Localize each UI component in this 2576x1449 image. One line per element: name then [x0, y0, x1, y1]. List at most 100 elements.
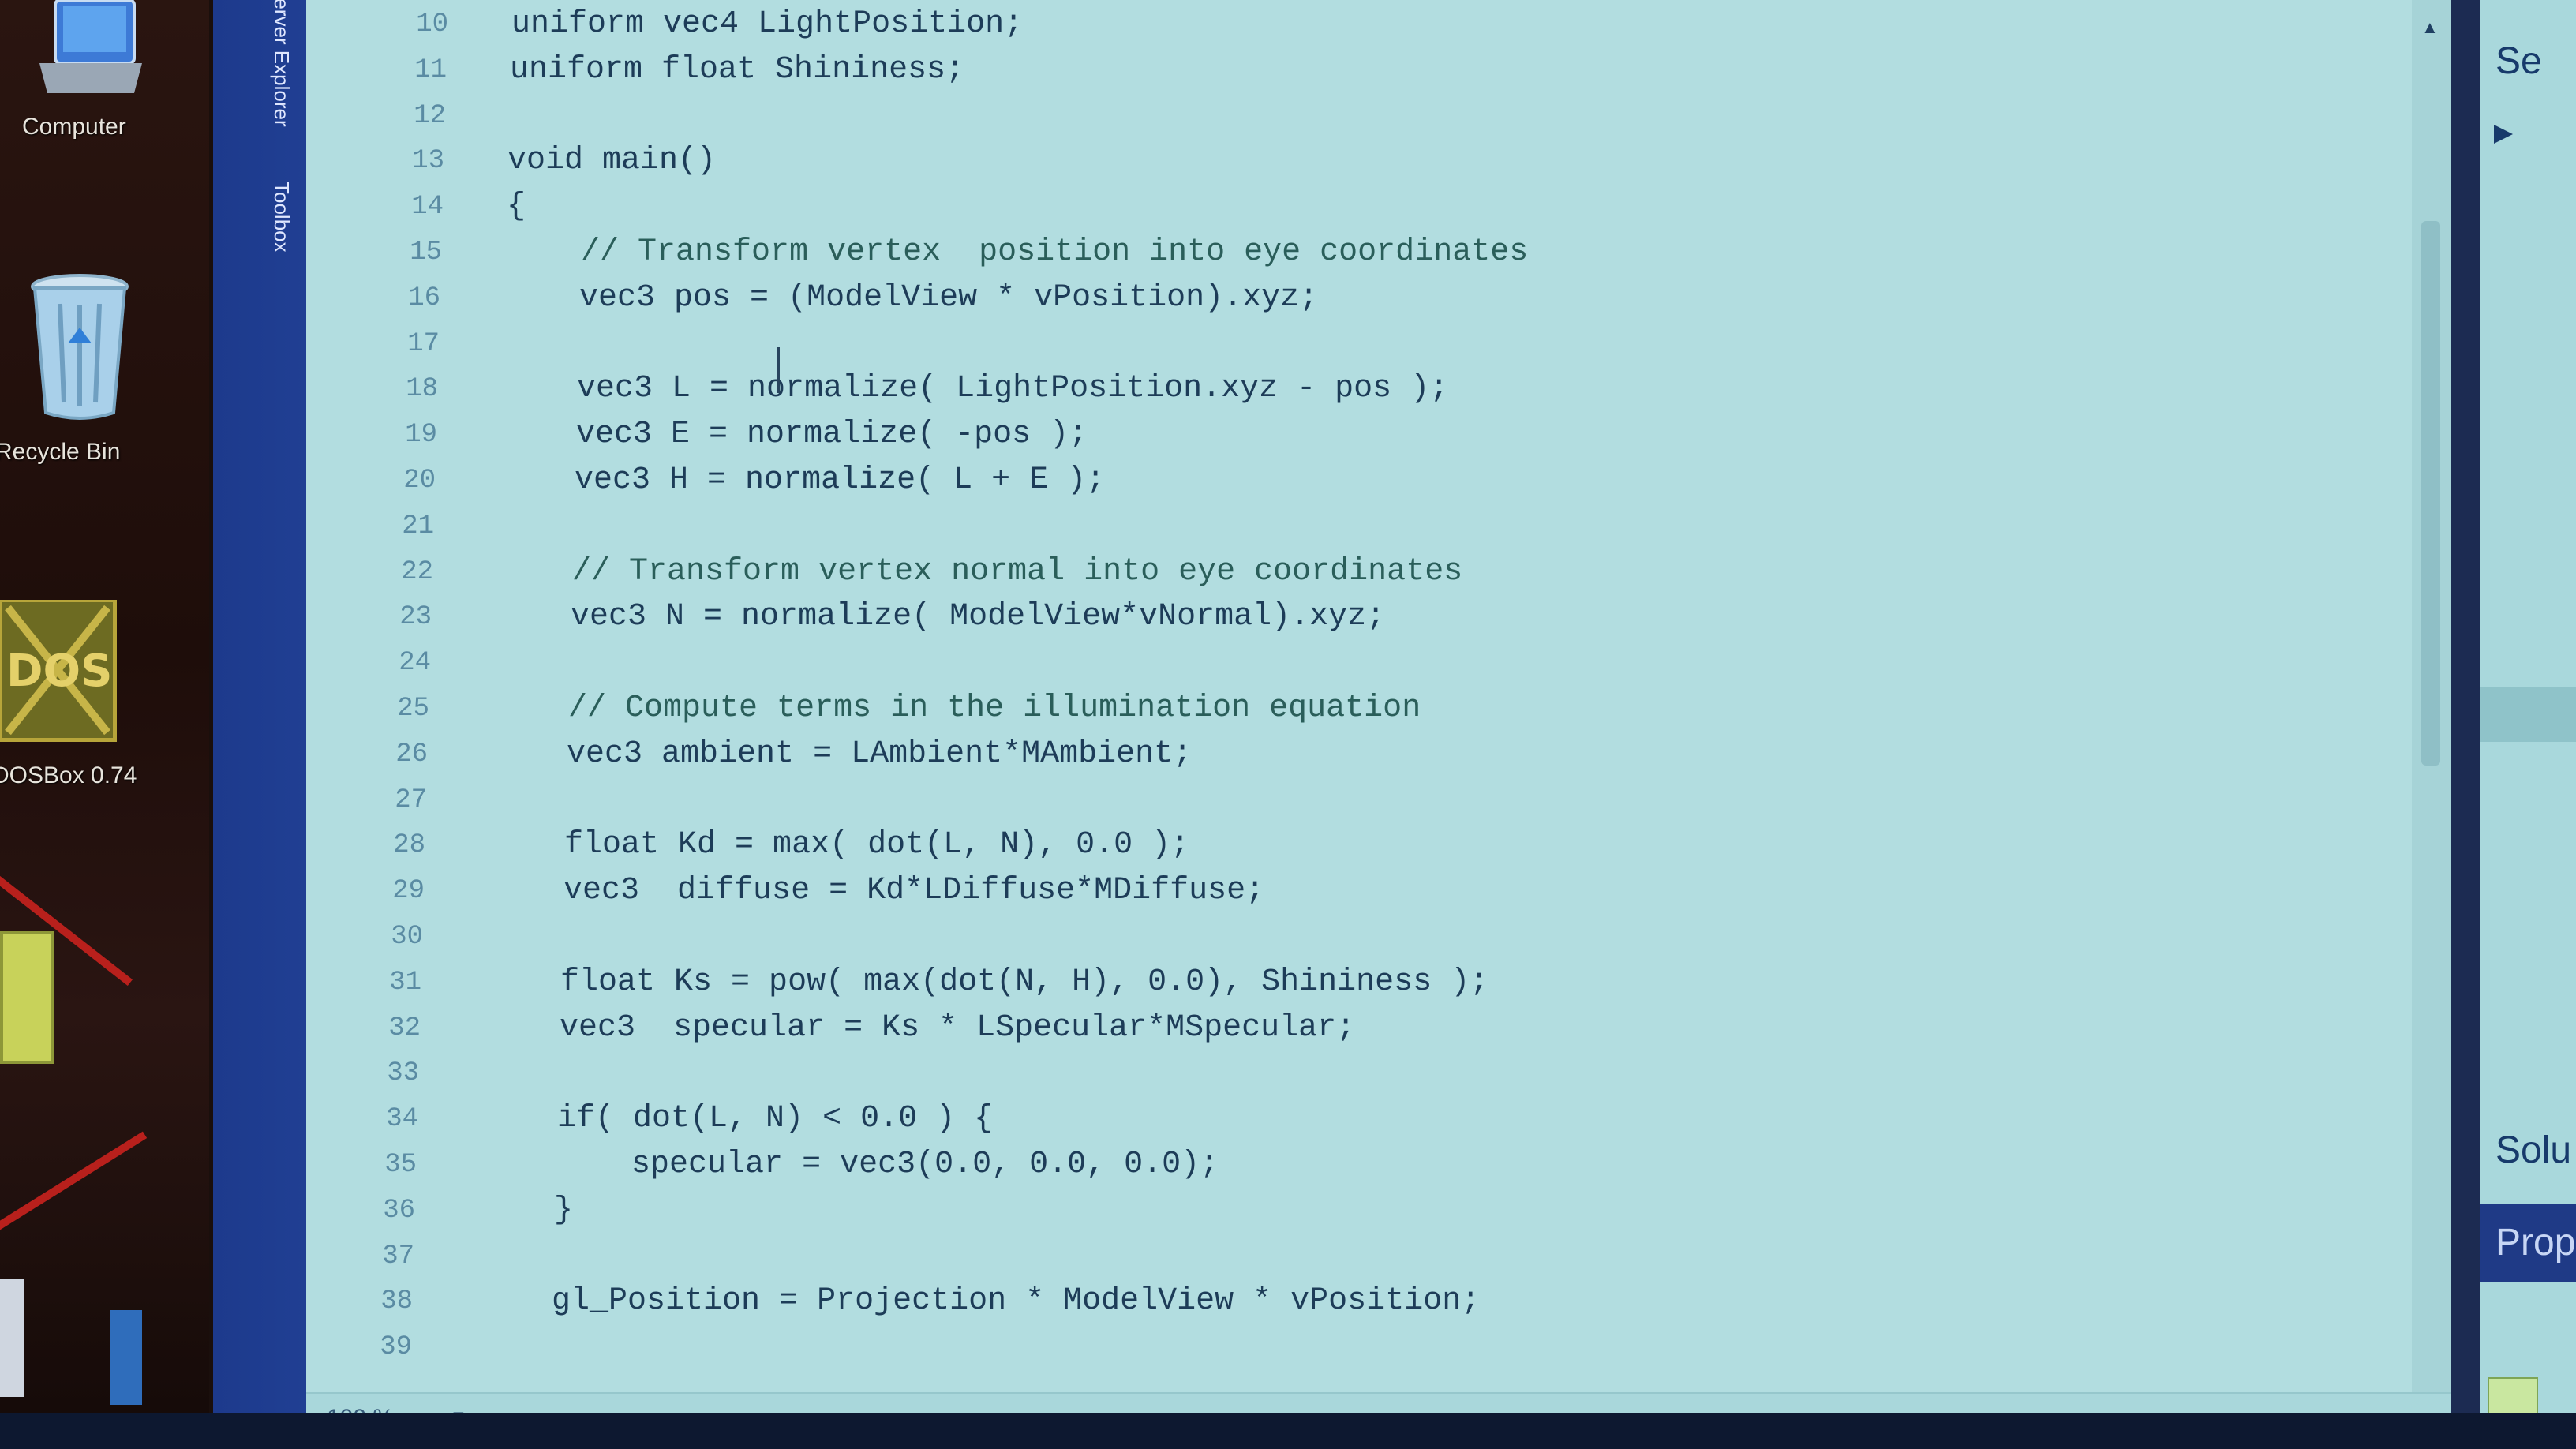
wallpaper-stroke: [0, 1131, 148, 1239]
line-number: 32: [388, 1013, 421, 1043]
line-number: 11: [414, 54, 447, 85]
code-line[interactable]: 32 vec3 specular = Ks * LSpecular*MSpecu…: [306, 1007, 2358, 1051]
code-line[interactable]: 23 vec3 N = normalize( ModelView*vNormal…: [306, 596, 2358, 640]
dosbox-icon[interactable]: DOS: [0, 597, 118, 743]
line-number: 36: [383, 1195, 415, 1226]
code-line[interactable]: 27: [306, 779, 2358, 823]
ide-frame: [2451, 0, 2480, 1449]
scroll-up-arrow-icon[interactable]: ▲: [2421, 17, 2439, 38]
recycle-bin-label: Recycle Bin: [0, 439, 121, 465]
properties-label: Prop: [2496, 1222, 2576, 1264]
code-editor[interactable]: 10 uniform vec4 LightPosition; 11 uniform f…: [306, 0, 2451, 1449]
scrollbar-thumb[interactable]: [2421, 221, 2440, 766]
computer-label: Computer: [22, 114, 126, 140]
line-number: 15: [410, 238, 442, 268]
code-text: vec3 E = normalize( -pos );: [500, 417, 1088, 453]
code-line[interactable]: 11 uniform float Shininess;: [306, 49, 2358, 93]
code-comment: // Transform vertex position into eye co…: [505, 234, 1529, 270]
code-line[interactable]: 14 {: [306, 185, 2358, 230]
search-box-label[interactable]: Se: [2496, 39, 2542, 83]
code-line[interactable]: 24: [306, 642, 2358, 686]
code-text: vec3 specular = Ks * LSpecular*MSpecular…: [484, 1009, 1356, 1046]
right-tool-panels: Se Solu Prop: [2480, 0, 2576, 1449]
code-line[interactable]: 34 if( dot(L, N) < 0.0 ) {: [306, 1098, 2358, 1142]
code-line[interactable]: 35 specular = vec3(0.0, 0.0, 0.0);: [306, 1144, 2358, 1188]
selected-item[interactable]: [2480, 687, 2576, 742]
code-comment: // Transform vertex normal into eye coor…: [496, 553, 1463, 590]
text-cursor: [777, 347, 780, 393]
code-line[interactable]: 10 uniform vec4 LightPosition;: [306, 3, 2358, 47]
line-number: 34: [386, 1104, 418, 1135]
line-number: 25: [397, 694, 429, 724]
code-line[interactable]: 19 vec3 E = normalize( -pos );: [306, 414, 2358, 458]
line-number: 14: [411, 192, 444, 223]
line-number: 39: [380, 1332, 412, 1363]
file-icon[interactable]: [0, 1279, 24, 1397]
code-text: vec3 L = normalize( LightPosition.xyz - …: [501, 371, 1449, 407]
recycle-bin-icon[interactable]: [28, 272, 131, 422]
code-text: vec3 diffuse = Kd*LDiffuse*MDiffuse;: [488, 873, 1265, 909]
code-line[interactable]: 26 vec3 ambient = LAmbient*MAmbient;: [306, 733, 2358, 777]
line-number: 29: [392, 876, 425, 907]
code-line[interactable]: 31 float Ks = pow( max(dot(N, H), 0.0), …: [306, 961, 2358, 1005]
code-line[interactable]: 15 // Transform vertex position into eye…: [306, 231, 2358, 275]
code-line[interactable]: 25 // Compute terms in the illumination …: [306, 687, 2358, 732]
code-text: {: [507, 189, 526, 225]
code-text: if( dot(L, N) < 0.0 ) {: [481, 1101, 994, 1137]
code-line[interactable]: 30: [306, 915, 2358, 960]
code-text: }: [478, 1192, 574, 1228]
code-line[interactable]: 13 void main(): [306, 140, 2358, 184]
vertical-scrollbar[interactable]: ▲: [2412, 0, 2451, 1405]
code-line[interactable]: 12: [306, 95, 2358, 139]
computer-icon[interactable]: [32, 0, 150, 110]
line-number: 35: [384, 1150, 417, 1180]
code-line[interactable]: 38 gl_Position = Projection * ModelView …: [306, 1280, 2358, 1324]
code-line[interactable]: 22 // Transform vertex normal into eye c…: [306, 551, 2358, 595]
line-number: 19: [405, 420, 437, 451]
line-number: 13: [412, 146, 444, 177]
shortcut-icon[interactable]: [110, 1310, 142, 1405]
code-text: uniform vec4 LightPosition;: [511, 6, 1024, 42]
code-line[interactable]: 36 }: [306, 1189, 2358, 1234]
code-line[interactable]: 21: [306, 505, 2358, 549]
code-text: float Ks = pow( max(dot(N, H), 0.0), Shi…: [485, 964, 1489, 1000]
code-area[interactable]: 10 uniform vec4 LightPosition; 11 uniform f…: [306, 0, 2437, 1373]
code-text: vec3 N = normalize( ModelView*vNormal).x…: [495, 599, 1386, 635]
properties-header[interactable]: Prop: [2480, 1204, 2576, 1282]
line-number: 21: [402, 511, 434, 541]
code-line[interactable]: 33: [306, 1052, 2358, 1096]
line-number: 33: [387, 1058, 419, 1089]
pin-icon[interactable]: [2488, 118, 2519, 150]
code-text: vec3 ambient = LAmbient*MAmbient;: [491, 736, 1193, 772]
taskbar: [0, 1413, 2576, 1449]
code-line[interactable]: 18 vec3 L = normalize( LightPosition.xyz…: [306, 368, 2358, 412]
tab-solution-explorer[interactable]: Solu: [2496, 1129, 2571, 1172]
code-line[interactable]: 39: [306, 1326, 2358, 1370]
code-line[interactable]: 16 vec3 pos = (ModelView * vPosition).xy…: [306, 277, 2358, 321]
line-number: 27: [395, 784, 427, 815]
code-line[interactable]: 29 vec3 diffuse = Kd*LDiffuse*MDiffuse;: [306, 870, 2358, 914]
code-text: specular = vec3(0.0, 0.0, 0.0);: [480, 1147, 1219, 1182]
code-text: vec3 H = normalize( L + E );: [499, 462, 1106, 498]
tab-server-explorer[interactable]: Server Explorer: [269, 0, 294, 127]
code-line[interactable]: 37: [306, 1235, 2358, 1279]
line-number: 22: [401, 556, 433, 587]
line-number: 18: [406, 374, 438, 405]
code-text: vec3 pos = (ModelView * vPosition).xyz;: [504, 279, 1319, 316]
code-line[interactable]: 20 vec3 H = normalize( L + E );: [306, 459, 2358, 504]
line-number: 38: [380, 1286, 413, 1317]
line-number: 37: [382, 1241, 414, 1271]
line-number: 16: [408, 283, 440, 313]
dosbox-label: DOSBox 0.74: [0, 762, 137, 788]
tab-toolbox[interactable]: Toolbox: [269, 182, 294, 253]
folder-icon[interactable]: [0, 931, 54, 1064]
line-number: 20: [403, 466, 436, 496]
code-comment: // Compute terms in the illumination equ…: [492, 691, 1421, 726]
desktop-area: Computer Recycle Bin DOS DOSBox 0.74: [0, 0, 209, 1449]
line-number: 26: [395, 739, 428, 769]
code-line[interactable]: 28 float Kd = max( dot(L, N), 0.0 );: [306, 824, 2358, 868]
line-number: 12: [414, 100, 446, 131]
line-number: 23: [399, 602, 432, 633]
code-line[interactable]: 17: [306, 323, 2358, 367]
dosbox-badge: DOS: [6, 646, 113, 697]
